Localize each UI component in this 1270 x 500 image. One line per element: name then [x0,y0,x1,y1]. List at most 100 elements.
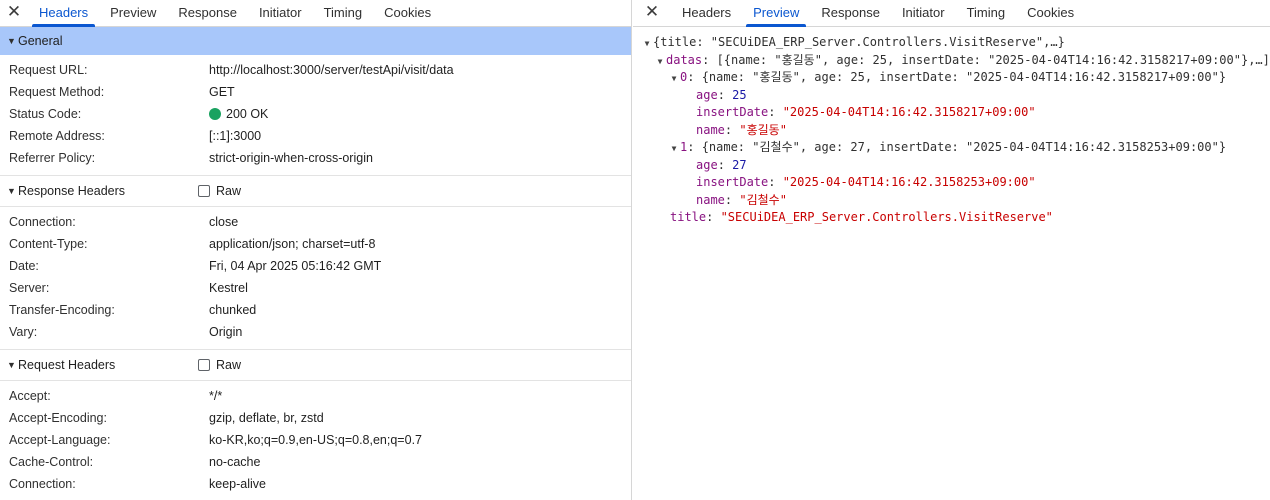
header-key: Transfer-Encoding: [9,303,115,317]
tree-node-item[interactable]: ▼ 1: {name: "김철수", age: 27, insertDate: "… [633,139,1270,157]
tree-node-datas[interactable]: ▼ datas: [{name: "홍길동", age: 25, insertDa… [633,52,1270,70]
tree-value: 25 [732,87,747,102]
tab-cookies[interactable]: Cookies [1016,0,1085,26]
tab-response[interactable]: Response [167,0,248,26]
tab-timing[interactable]: Timing [313,0,374,26]
tab-response[interactable]: Response [810,0,891,26]
header-row: Cache-Control: no-cache [0,451,631,473]
section-title: Response Headers [18,184,126,198]
expand-caret-icon[interactable]: ▼ [668,70,680,88]
header-value[interactable]: Kestrel [209,281,248,295]
right-tab-bar: ✕ Headers Preview Response Initiator Tim… [633,0,1270,27]
header-row: Transfer-Encoding: chunked [0,299,631,321]
header-value[interactable]: keep-alive [209,477,266,491]
header-value[interactable]: GET [209,85,235,99]
header-key: Accept-Encoding: [9,411,107,425]
tree-key: insertDate [696,105,769,119]
expand-caret-icon[interactable]: ▼ [654,53,666,71]
header-row: Date: Fri, 04 Apr 2025 05:16:42 GMT [0,255,631,277]
header-value[interactable]: [::1]:3000 [209,129,261,143]
preview-pane: ✕ Headers Preview Response Initiator Tim… [633,0,1270,500]
tree-leaf: name: "홍길동" [696,122,787,137]
tree-summary: {name: "김철수", age: 27, insertDate: "2025… [701,140,1227,154]
headers-pane: ✕ Headers Preview Response Initiator Tim… [0,0,632,500]
header-key: Content-Type: [9,237,88,251]
header-key: Request URL: [9,63,88,77]
header-key: Request Method: [9,85,105,99]
tree-root[interactable]: ▼ {title: "SECUiDEA_ERP_Server.Controller… [633,34,1270,52]
tree-leaf: age: 25 [696,87,747,102]
tree-leaf: age: 27 [696,157,747,172]
expand-caret-icon[interactable]: ▼ [668,140,680,158]
json-preview-tree: ▼ {title: "SECUiDEA_ERP_Server.Controller… [633,27,1270,227]
header-key: Server: [9,281,50,295]
header-value[interactable]: no-cache [209,455,260,469]
tab-preview[interactable]: Preview [99,0,167,26]
status-text: 200 OK [226,107,269,121]
tab-headers[interactable]: Headers [28,0,99,27]
tab-cookies[interactable]: Cookies [373,0,442,26]
header-key: Connection: [9,215,76,229]
raw-toggle[interactable]: Raw [198,358,241,372]
header-value[interactable]: http://localhost:3000/server/testApi/vis… [209,63,454,77]
tree-leaf: insertDate: "2025-04-04T14:16:42.3158217… [696,105,1036,119]
close-icon[interactable]: ✕ [633,0,671,26]
header-row: Server: Kestrel [0,277,631,299]
header-key: Vary: [9,325,38,339]
header-row: Remote Address: [::1]:3000 [0,125,631,147]
header-value[interactable]: Origin [209,325,242,339]
general-section-header[interactable]: ▼ General [0,27,631,55]
status-ok-icon [209,108,221,120]
section-title: General [18,34,63,48]
header-key: Referrer Policy: [9,151,96,165]
tree-key: name [696,192,725,207]
header-key: Accept: [9,389,51,403]
tree-value: "홍길동" [739,122,787,137]
tree-value: "2025-04-04T14:16:42.3158217+09:00" [782,105,1036,119]
response-headers-section-header[interactable]: ▼ Response Headers Raw [0,176,631,207]
left-tab-bar: ✕ Headers Preview Response Initiator Tim… [0,0,631,27]
header-value[interactable]: Fri, 04 Apr 2025 05:16:42 GMT [209,259,381,273]
tree-key: age [696,87,718,102]
header-value[interactable]: application/json; charset=utf-8 [209,237,375,251]
header-key: Status Code: [9,107,82,121]
raw-checkbox[interactable] [198,359,210,371]
close-icon[interactable]: ✕ [0,0,28,26]
tree-summary: [{name: "홍길동", age: 25, insertDate: "202… [716,52,1270,67]
header-key: Accept-Language: [9,433,111,447]
header-row: Vary: Origin [0,321,631,343]
request-header-rows: Accept: */* Accept-Encoding: gzip, defla… [0,381,631,500]
header-row: Status Code: 200 OK [0,103,631,125]
request-headers-section-header[interactable]: ▼ Request Headers Raw [0,350,631,381]
tree-value: "SECUiDEA_ERP_Server.Controllers.VisitRe… [720,210,1053,224]
header-key: Date: [9,259,39,273]
tab-initiator[interactable]: Initiator [891,0,956,26]
collapse-triangle-icon: ▼ [7,36,16,46]
tree-leaf: name: "김철수" [696,192,787,207]
raw-toggle[interactable]: Raw [198,184,241,198]
raw-checkbox[interactable] [198,185,210,197]
tree-value: 27 [732,157,747,172]
raw-label: Raw [216,184,242,198]
status-value[interactable]: 200 OK [209,107,268,121]
header-row: Accept: */* [0,385,631,407]
header-key: Remote Address: [9,129,105,143]
header-value[interactable]: strict-origin-when-cross-origin [209,151,373,165]
header-row: Referrer Policy: strict-origin-when-cros… [0,147,631,169]
header-value[interactable]: ko-KR,ko;q=0.9,en-US;q=0.8,en;q=0.7 [209,433,422,447]
expand-caret-icon[interactable]: ▼ [641,35,653,53]
tree-summary: {name: "홍길동", age: 25, insertDate: "2025… [701,70,1227,84]
tab-timing[interactable]: Timing [956,0,1017,26]
tab-headers[interactable]: Headers [671,0,742,26]
header-value[interactable]: gzip, deflate, br, zstd [209,411,324,425]
header-value[interactable]: */* [209,389,222,403]
header-row: Request URL: http://localhost:3000/serve… [0,59,631,81]
header-value[interactable]: chunked [209,303,256,317]
header-row: Request Method: GET [0,81,631,103]
collapse-triangle-icon: ▼ [7,186,16,196]
tab-preview[interactable]: Preview [742,0,810,27]
tab-initiator[interactable]: Initiator [248,0,313,26]
tree-node-item[interactable]: ▼ 0: {name: "홍길동", age: 25, insertDate: "… [633,69,1270,87]
header-value[interactable]: close [209,215,238,229]
header-key: Connection: [9,477,76,491]
